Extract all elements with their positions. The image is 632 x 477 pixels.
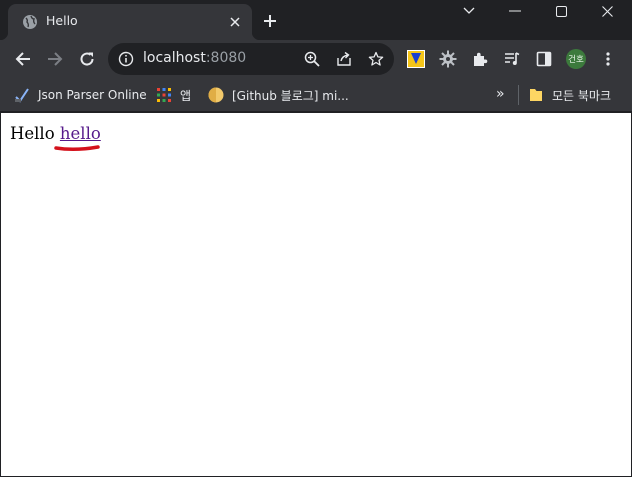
bookmark-label: 모든 북마크 bbox=[552, 88, 612, 103]
apps-grid-icon bbox=[156, 87, 172, 103]
hello-link[interactable]: hello bbox=[60, 124, 101, 143]
globe-icon bbox=[22, 14, 38, 30]
site-info-icon[interactable] bbox=[118, 51, 134, 67]
tab-strip: Hello bbox=[0, 0, 632, 40]
forward-icon[interactable] bbox=[45, 49, 65, 69]
bookmark-apps[interactable]: 앱 bbox=[156, 86, 191, 104]
bookmark-label: 앱 bbox=[180, 88, 192, 103]
hello-paragraph: Hello hello bbox=[10, 124, 101, 143]
close-window-icon[interactable] bbox=[584, 0, 630, 22]
bookmarks-bar: Json Parser Online 앱 [Github 블로그] mi... … bbox=[0, 78, 632, 112]
bookmark-label: [Github 블로그] mi... bbox=[232, 88, 349, 103]
url-port: :8080 bbox=[205, 50, 247, 66]
zoom-icon[interactable] bbox=[304, 51, 320, 67]
page-content: Hello hello bbox=[1, 113, 631, 476]
bookmark-star-icon[interactable] bbox=[368, 51, 384, 67]
tab-search-chevron-icon[interactable] bbox=[446, 0, 492, 22]
puzzle-extensions-icon[interactable] bbox=[470, 49, 490, 69]
address-bar[interactable]: localhost:8080 bbox=[108, 43, 394, 75]
red-underline-annotation bbox=[54, 145, 100, 152]
bookmarks-overflow-button[interactable]: » bbox=[496, 86, 505, 102]
json-parser-icon bbox=[14, 87, 30, 103]
menu-kebab-icon[interactable] bbox=[598, 49, 618, 69]
url-text[interactable]: localhost:8080 bbox=[143, 50, 246, 66]
bookmark-label: Json Parser Online bbox=[38, 88, 147, 102]
new-tab-icon[interactable] bbox=[260, 11, 280, 31]
blog-favicon-icon bbox=[208, 87, 224, 103]
bookmark-json-parser[interactable]: Json Parser Online bbox=[14, 86, 147, 104]
folder-icon bbox=[528, 87, 544, 103]
gear-extension-icon[interactable] bbox=[438, 49, 458, 69]
profile-avatar[interactable]: 건호 bbox=[566, 49, 586, 69]
hello-text: Hello bbox=[10, 124, 55, 143]
back-icon[interactable] bbox=[13, 49, 33, 69]
tab-title: Hello bbox=[46, 13, 78, 28]
share-icon[interactable] bbox=[336, 51, 352, 67]
tab-hello[interactable]: Hello bbox=[0, 4, 260, 40]
media-control-icon[interactable] bbox=[502, 49, 522, 69]
all-bookmarks-folder[interactable]: 모든 북마크 bbox=[528, 86, 611, 104]
toolbar: localhost:8080 건호 bbox=[0, 40, 632, 78]
url-host: localhost bbox=[143, 50, 206, 66]
download-extension-icon[interactable] bbox=[406, 49, 426, 69]
reload-icon[interactable] bbox=[77, 49, 97, 69]
side-panel-icon[interactable] bbox=[534, 49, 554, 69]
bookmark-github-blog[interactable]: [Github 블로그] mi... bbox=[208, 86, 349, 104]
bookmarks-separator bbox=[518, 85, 519, 105]
maximize-icon[interactable] bbox=[538, 0, 584, 22]
minimize-icon[interactable] bbox=[492, 0, 538, 22]
close-tab-icon[interactable] bbox=[226, 13, 244, 31]
